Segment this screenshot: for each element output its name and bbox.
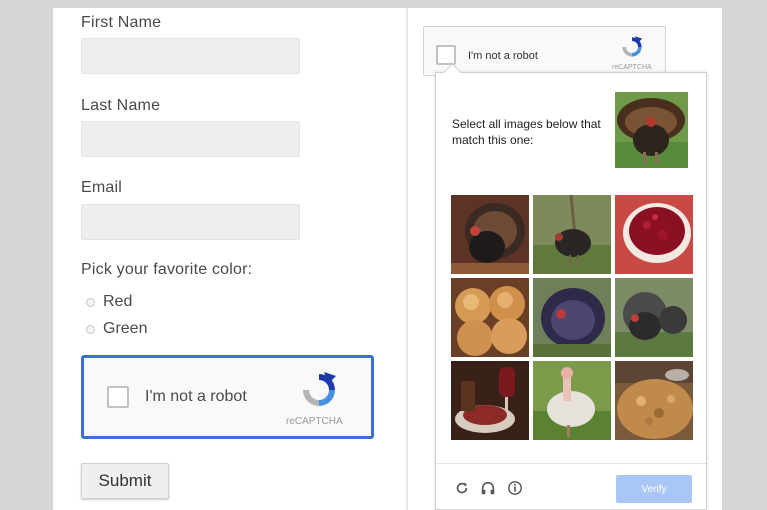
email-field[interactable]	[81, 204, 300, 240]
last-name-field[interactable]	[81, 121, 300, 157]
radio-label: Red	[103, 293, 133, 310]
radio-label: Green	[103, 320, 148, 337]
challenge-tile-cranberry-sauce[interactable]	[615, 195, 693, 274]
sample-image-turkey	[615, 92, 688, 168]
headphones-icon[interactable]	[479, 479, 497, 497]
recaptcha-mini-widget: I'm not a robot reCAPTCHA	[423, 26, 666, 76]
recaptcha-checkbox-label: I'm not a robot	[145, 388, 247, 405]
recaptcha-checkbox[interactable]	[107, 386, 129, 408]
recaptcha-mini-label: I'm not a robot	[468, 50, 538, 62]
last-name-label: Last Name	[81, 97, 161, 114]
recaptcha-widget: I'm not a robot reCAPTCHA	[81, 355, 374, 439]
radio-button[interactable]	[86, 297, 95, 307]
color-question: Pick your favorite color:	[81, 261, 253, 278]
submit-button[interactable]: Submit	[81, 463, 169, 499]
recaptcha-challenge-panel: I'm not a robot reCAPTCHA Select all ima…	[408, 8, 722, 510]
recaptcha-mini-logo-icon	[622, 36, 643, 57]
info-icon[interactable]	[506, 479, 524, 497]
challenge-tile-turkey[interactable]	[533, 361, 611, 440]
signup-form-panel: First Name Last Name Email Pick your fav…	[53, 8, 406, 510]
first-name-field[interactable]	[81, 38, 300, 74]
recaptcha-mini-brand: reCAPTCHA	[612, 64, 652, 71]
recaptcha-logo-icon	[303, 372, 336, 406]
challenge-image-grid	[451, 195, 693, 442]
recaptcha-mini-checkbox[interactable]	[436, 45, 456, 65]
challenge-tile-turkey[interactable]	[615, 278, 693, 357]
challenge-tile-wine-and-food[interactable]	[451, 361, 529, 440]
challenge-footer-divider	[436, 463, 706, 464]
challenge-tile-turkey[interactable]	[451, 195, 529, 274]
radio-option-red[interactable]: Red	[86, 293, 132, 311]
verify-button[interactable]: Verify	[616, 475, 692, 503]
radio-button[interactable]	[86, 324, 95, 334]
first-name-label: First Name	[81, 14, 162, 31]
reload-icon[interactable]	[453, 479, 471, 497]
challenge-tile-bread-rolls[interactable]	[451, 278, 529, 357]
image-challenge-popup: Select all images below that match this …	[435, 63, 707, 510]
challenge-tile-turkey[interactable]	[533, 278, 611, 357]
radio-option-green[interactable]: Green	[86, 320, 147, 338]
challenge-instruction: Select all images below that match this …	[452, 117, 601, 147]
challenge-tile-turkey[interactable]	[533, 195, 611, 274]
recaptcha-brand: reCAPTCHA	[286, 416, 343, 427]
challenge-tile-stuffing[interactable]	[615, 361, 693, 440]
email-label: Email	[81, 179, 123, 196]
